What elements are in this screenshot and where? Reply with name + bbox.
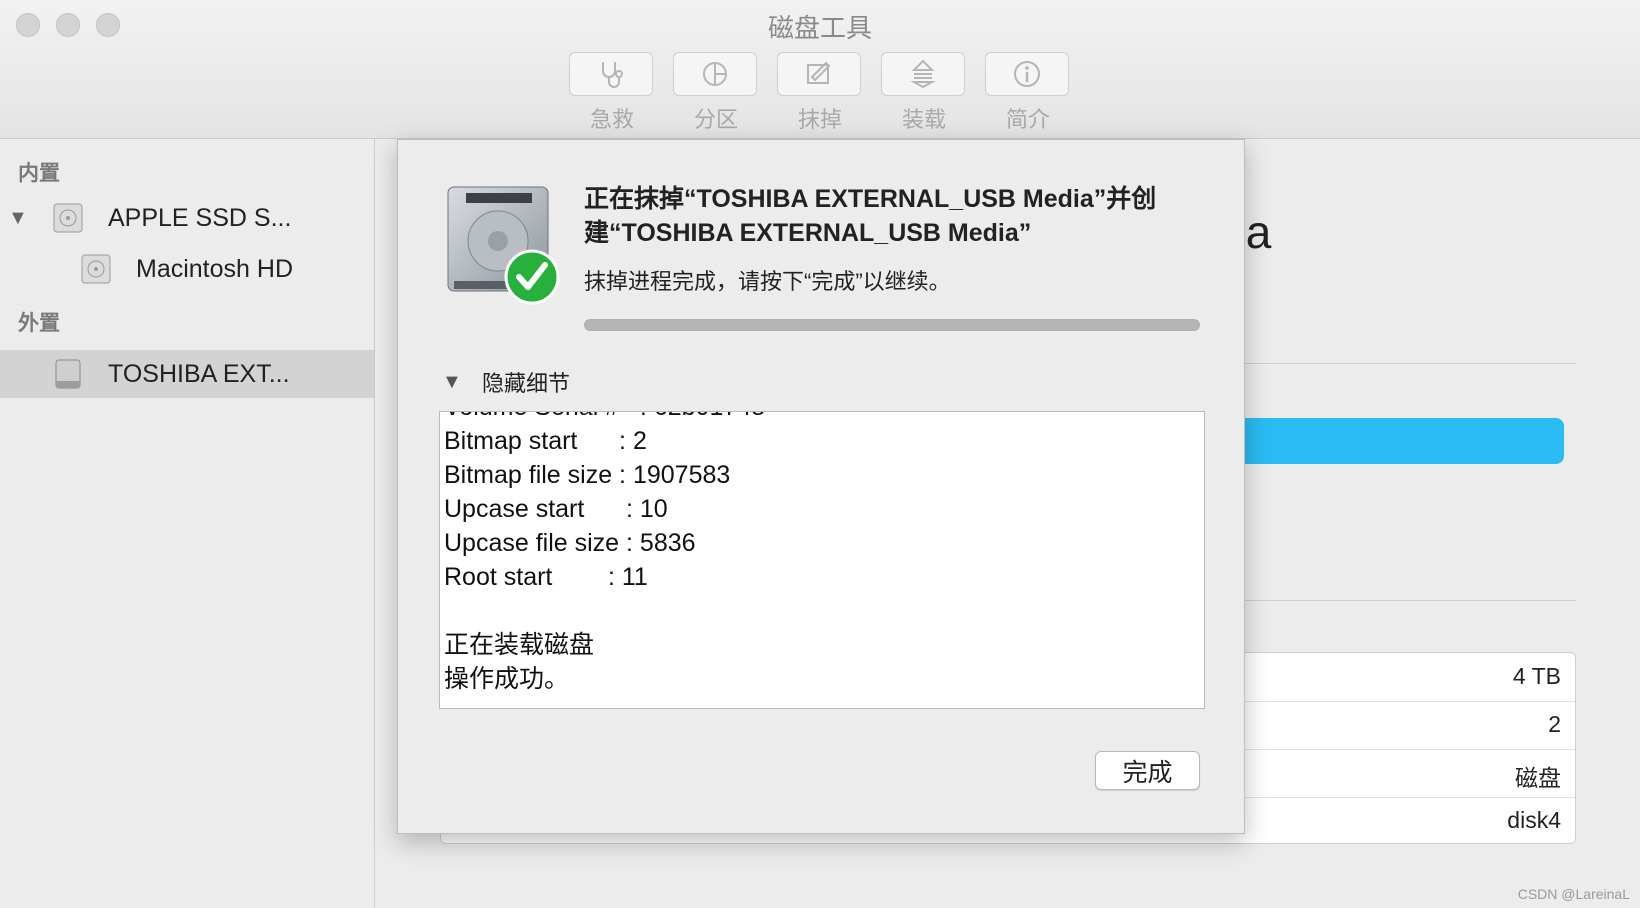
external-disk-icon	[55, 359, 81, 389]
info-button[interactable]	[985, 52, 1069, 96]
divider	[1240, 600, 1576, 601]
details-label: 隐藏细节	[482, 371, 571, 396]
erase-icon	[807, 61, 831, 84]
toolbar-mount[interactable]: 装载	[881, 52, 967, 134]
toolbar-label: 装载	[901, 107, 946, 132]
mount-icon	[910, 59, 936, 89]
sidebar-section-external: 外置	[18, 312, 60, 335]
sidebar-item-toshiba[interactable]: TOSHIBA EXT...	[0, 350, 374, 398]
sidebar-item-label: APPLE SSD S...	[108, 203, 292, 232]
watermark: CSDN @LareinaL	[1517, 886, 1630, 902]
info-value: 磁盘	[1515, 765, 1561, 791]
usage-bar	[1230, 418, 1564, 464]
toolbar-label: 抹掉	[797, 107, 842, 132]
partition-button[interactable]	[673, 52, 757, 96]
disclosure-triangle-icon[interactable]: ▼	[442, 371, 472, 394]
log-line: Upcase file size : 5836	[444, 529, 696, 557]
erase-button[interactable]	[777, 52, 861, 96]
volume-icon	[81, 254, 111, 284]
toolbar-first-aid[interactable]: 急救	[569, 52, 655, 134]
log-content: Volume Serial # : 62b01748 Bitmap start :…	[444, 412, 765, 696]
info-icon	[1014, 61, 1040, 87]
info-value: 2	[1548, 711, 1561, 737]
sidebar: 内置 ▼ APPLE SSD S... Macintosh HD 外置 TOSH…	[0, 139, 375, 908]
done-button[interactable]: 完成	[1095, 751, 1200, 790]
sidebar-section-internal: 内置	[18, 162, 60, 185]
progress-fill	[585, 320, 1199, 330]
log-line: Bitmap file size : 1907583	[444, 461, 731, 489]
sidebar-item-apple-ssd[interactable]: ▼ APPLE SSD S...	[0, 194, 374, 242]
title-bar: 磁盘工具 急救 分区 抹掉 装载 简介	[0, 0, 1640, 139]
toolbar-erase[interactable]: 抹掉	[777, 52, 863, 134]
log-line: 正在装载磁盘	[444, 631, 595, 659]
log-line: Volume Serial # : 62b01748	[444, 412, 765, 424]
info-value: disk4	[1507, 807, 1561, 833]
log-line: Upcase start : 10	[444, 495, 668, 523]
divider	[1240, 363, 1576, 364]
disclosure-triangle-icon[interactable]: ▼	[8, 207, 28, 230]
stethoscope-icon	[602, 62, 623, 88]
window-title: 磁盘工具	[767, 13, 872, 43]
toolbar-info[interactable]: 简介	[985, 52, 1071, 134]
hard-drive-success-icon	[447, 186, 560, 305]
toolbar-label: 急救	[589, 107, 634, 132]
erase-dialog: 正在抹掉“TOSHIBA EXTERNAL_USB Media”并创建“TOSH…	[397, 139, 1245, 834]
internal-disk-icon	[53, 203, 83, 233]
mount-button[interactable]	[881, 52, 965, 96]
sidebar-item-macintosh-hd[interactable]: Macintosh HD	[0, 245, 374, 293]
info-value: 4 TB	[1512, 663, 1561, 689]
dialog-subtitle: 抹掉进程完成，请按下“完成”以继续。	[584, 269, 951, 294]
progress-bar	[584, 319, 1200, 331]
hide-details-toggle[interactable]: ▼ 隐藏细节	[442, 366, 570, 398]
sidebar-item-label: TOSHIBA EXT...	[108, 359, 290, 388]
details-log[interactable]: Volume Serial # : 62b01748 Bitmap start :…	[439, 411, 1205, 709]
toolbar-partition[interactable]: 分区	[673, 52, 759, 134]
sidebar-item-label: Macintosh HD	[136, 254, 293, 283]
toolbar-label: 分区	[693, 107, 738, 132]
first-aid-button[interactable]	[569, 52, 653, 96]
log-line: Root start : 11	[444, 563, 648, 591]
dialog-title: 正在抹掉“TOSHIBA EXTERNAL_USB Media”并创建“TOSH…	[584, 185, 1157, 247]
log-line: 操作成功。	[444, 665, 570, 693]
log-line: Bitmap start : 2	[444, 427, 647, 455]
toolbar-label: 简介	[1005, 107, 1050, 132]
pie-chart-icon	[703, 62, 727, 86]
